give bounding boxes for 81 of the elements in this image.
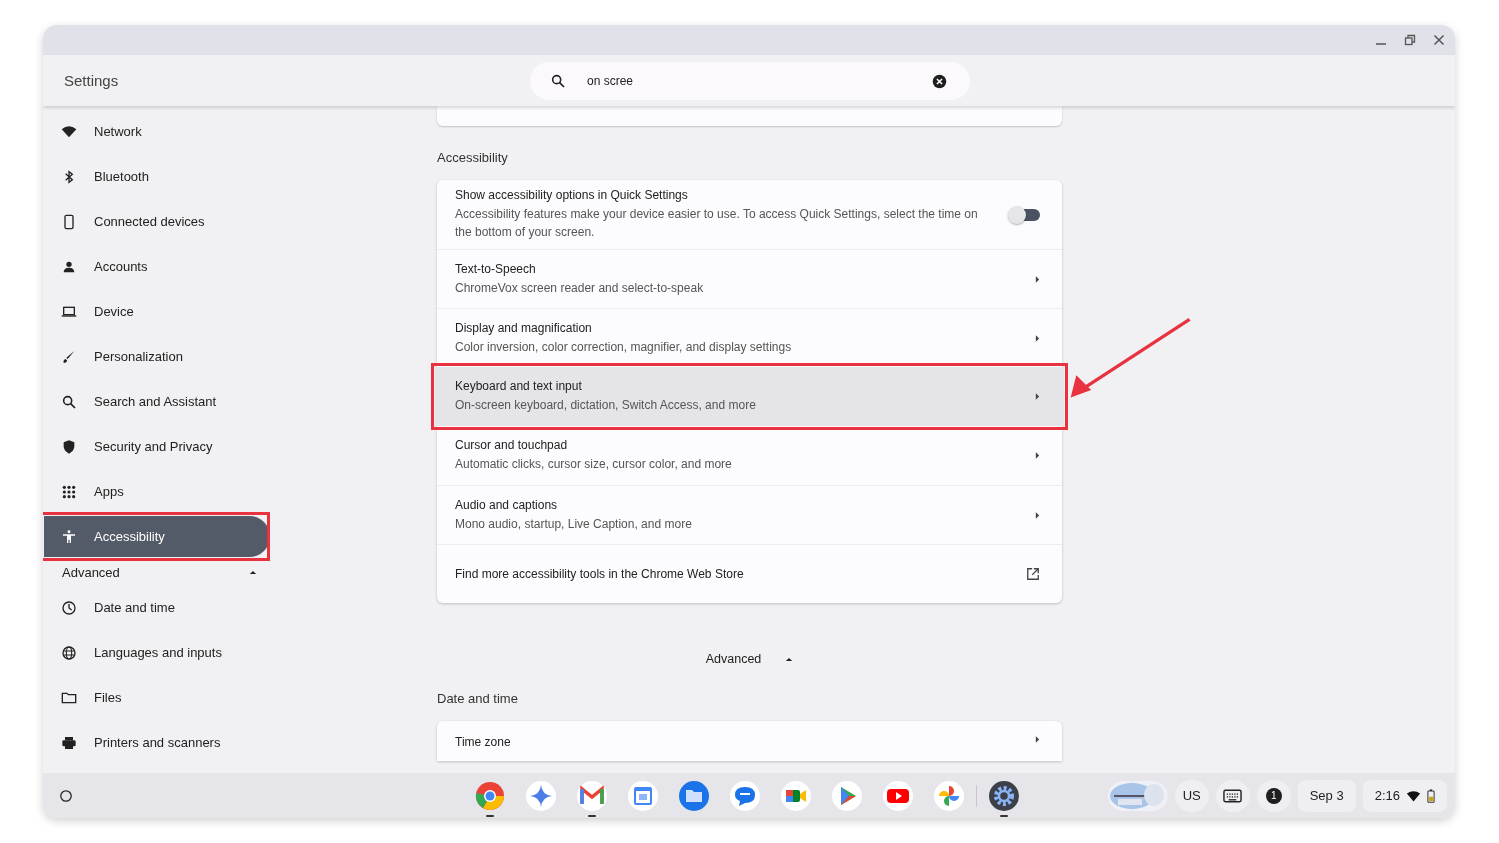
accessibility-icon <box>61 528 77 545</box>
toggle-switch[interactable] <box>1010 208 1040 221</box>
row-description: Accessibility features make your device easier to use. To access Quick Settings, select the time on the bottom of your screen. <box>455 206 979 241</box>
sidebar-item[interactable]: Apps <box>44 471 270 512</box>
row-description: Mono audio, startup, Live Caption, and more <box>455 515 693 533</box>
launcher-icon[interactable] <box>58 787 74 804</box>
printer-icon <box>61 734 77 751</box>
settings-row[interactable]: Show accessibility options in Quick Settings Accessibility features make your device easier to use. To access Quick Settings, select the time on the bottom of your screen. <box>437 180 1062 249</box>
sidebar-item[interactable]: Network <box>44 111 270 152</box>
row-description: On-screen keyboard, dictation, Switch Access, and more <box>455 397 757 414</box>
chevron-icon <box>1035 735 1040 744</box>
settings-row[interactable]: Audio and captions Mono audio, startup, Live Caption, and more <box>437 485 1062 544</box>
close-icon[interactable] <box>1433 34 1445 46</box>
sidebar-item[interactable]: Bluetooth <box>44 156 270 197</box>
clear-icon[interactable] <box>931 72 948 90</box>
clock-icon <box>61 599 77 616</box>
advanced-toggle[interactable]: Advanced <box>705 652 762 666</box>
sidebar-item[interactable]: Accessibility <box>44 516 270 557</box>
sidebar-item[interactable]: Date and time <box>44 587 270 628</box>
chevron-icon <box>1035 392 1040 401</box>
chevron-icon <box>1035 333 1040 343</box>
chevron-icon <box>1035 510 1040 520</box>
phone-icon <box>61 213 77 230</box>
external-link-icon <box>1026 567 1040 581</box>
app-icon[interactable] <box>729 779 761 812</box>
app-icon[interactable] <box>780 779 812 812</box>
settings-row[interactable]: Time zone <box>437 721 1062 761</box>
row-title: Show accessibility options in Quick Settings <box>455 188 689 203</box>
search-field[interactable]: on scree <box>530 61 970 100</box>
settings-row[interactable]: Find more accessibility tools in the Chrome Web Store <box>437 544 1062 603</box>
sidebar-item[interactable]: Search and Assistant <box>44 381 270 422</box>
app-icon[interactable] <box>576 779 608 812</box>
globe-icon <box>61 644 77 661</box>
row-title: Keyboard and text input <box>455 379 583 394</box>
restore-icon[interactable] <box>1404 34 1416 46</box>
sidebar-item[interactable]: Files <box>44 677 270 718</box>
clock-time[interactable]: 2:16 <box>1374 788 1400 803</box>
app-icon[interactable] <box>933 779 965 812</box>
chevron-icon <box>1035 451 1040 460</box>
row-title: Cursor and touchpad <box>455 438 569 453</box>
wifi-icon <box>1406 789 1421 802</box>
sidebar-item[interactable]: Connected devices <box>44 201 270 242</box>
sidebar-item[interactable]: Personalization <box>44 336 270 377</box>
row-description: Automatic clicks, cursor size, cursor color, and more <box>455 456 733 473</box>
row-description: ChromeVox screen reader and select-to-speak <box>455 279 705 297</box>
advanced-section-toggle[interactable]: Advanced <box>62 564 120 580</box>
battery-icon <box>1427 788 1435 803</box>
chevron-icon <box>1035 274 1040 284</box>
grid-icon <box>61 483 77 500</box>
app-icon[interactable] <box>678 779 710 812</box>
app-icon[interactable] <box>474 779 506 812</box>
search-icon <box>550 72 566 89</box>
date-indicator[interactable]: Sep 3 <box>1297 779 1356 812</box>
app-icon[interactable] <box>627 779 659 812</box>
sidebar-item[interactable]: Printers and scanners <box>44 722 270 763</box>
sidebar-item[interactable]: Accounts <box>44 246 270 287</box>
settings-row[interactable]: Text-to-Speech ChromeVox screen reader and select-to-speak <box>437 249 1062 308</box>
shield-icon <box>61 438 77 455</box>
row-title: Text-to-Speech <box>455 261 537 277</box>
window-title: Settings <box>64 72 119 89</box>
app-icon[interactable] <box>525 779 557 812</box>
row-title: Audio and captions <box>455 497 559 513</box>
wifi-icon <box>61 123 77 140</box>
row-title: Display and magnification <box>455 320 593 336</box>
sidebar-item[interactable]: Languages and inputs <box>44 632 270 673</box>
sidebar-item[interactable]: Device <box>44 291 270 332</box>
sidebar-item[interactable]: Security and Privacy <box>44 426 270 467</box>
settings-row[interactable]: Cursor and touchpad Automatic clicks, cursor size, cursor color, and more <box>437 426 1062 485</box>
keyboard-icon[interactable] <box>1223 788 1243 803</box>
section-title: Accessibility <box>437 150 509 165</box>
app-icon[interactable] <box>882 779 914 812</box>
row-title: Time zone <box>455 735 512 750</box>
search-icon <box>61 393 77 410</box>
gear-icon[interactable] <box>988 779 1020 812</box>
row-title: Find more accessibility tools in the Chrome Web Store <box>455 566 745 582</box>
row-description: Color inversion, color correction, magnifier, and display settings <box>455 338 793 356</box>
app-icon[interactable] <box>831 779 863 812</box>
input-method-indicator[interactable]: US <box>1174 779 1209 812</box>
notification-count[interactable]: 1 <box>1265 787 1282 804</box>
section-title: Date and time <box>437 691 519 706</box>
settings-row[interactable]: Keyboard and text input On-screen keyboard, dictation, Switch Access, and more <box>435 367 1064 426</box>
